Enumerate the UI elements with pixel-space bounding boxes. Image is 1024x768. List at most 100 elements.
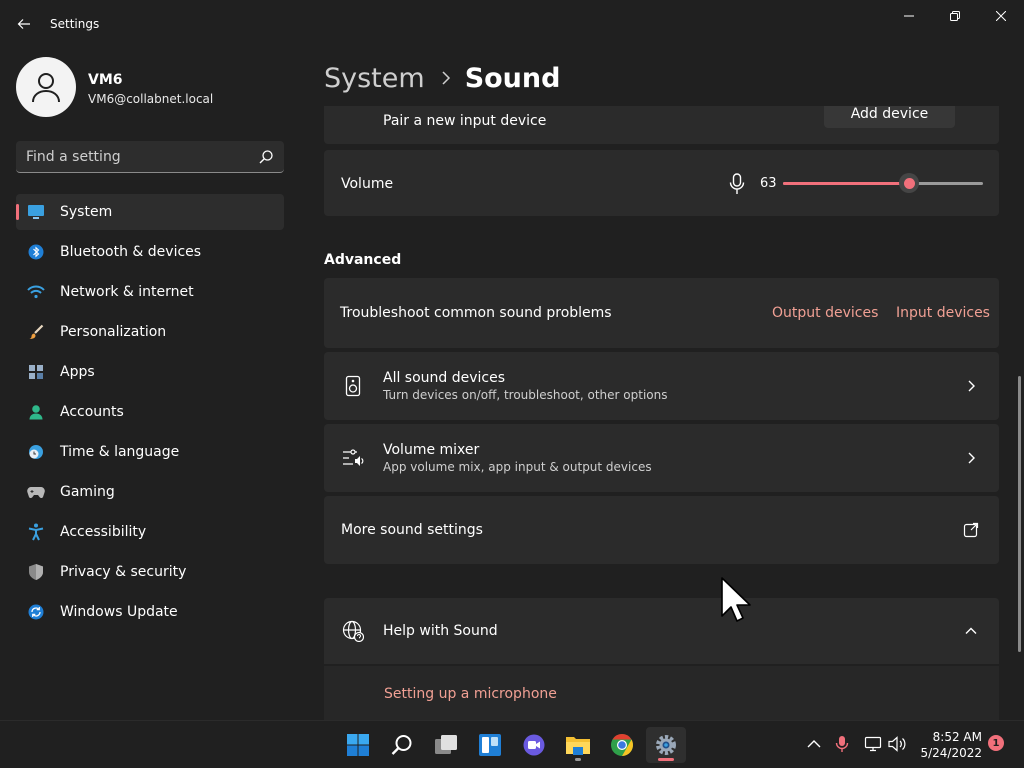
running-indicator [575,758,581,761]
sidebar-item-label: Time & language [60,444,180,460]
start-button[interactable] [338,727,378,763]
microphone-icon[interactable] [729,173,745,195]
app-title: Settings [50,17,100,31]
add-device-button[interactable]: Add device [824,106,955,128]
volume-mixer-row[interactable]: Volume mixer App volume mix, app input &… [324,424,999,492]
sidebar-item-windows-update[interactable]: Windows Update [16,594,284,630]
chrome-icon [611,734,633,756]
more-sound-settings-title: More sound settings [341,522,483,538]
restore-button[interactable] [932,0,978,32]
sidebar-item-label: Gaming [60,484,115,500]
sidebar-item-label: System [60,204,113,220]
sidebar-item-network[interactable]: Network & internet [16,274,284,310]
title-bar: Settings [0,0,1024,48]
mouse-cursor-icon [721,577,751,622]
wifi-icon [26,282,46,302]
windows-logo-icon [347,734,369,756]
all-sound-devices-subtitle: Turn devices on/off, troubleshoot, other… [383,388,668,402]
volume-mixer-title: Volume mixer [383,442,480,458]
search-input[interactable] [26,141,256,172]
minimize-button[interactable] [886,0,932,32]
update-icon [26,602,46,622]
widgets-button[interactable] [470,727,510,763]
back-button[interactable] [10,10,38,38]
network-ethernet-icon [864,736,882,752]
taskbar-search-button[interactable] [382,727,422,763]
input-volume-card: Volume 63 [324,150,999,216]
task-view-icon [435,735,457,754]
sidebar-item-label: Windows Update [60,604,178,620]
teams-chat-icon [523,734,545,756]
sidebar-item-label: Accessibility [60,524,147,540]
volume-slider-thumb[interactable] [899,173,919,193]
close-icon [996,11,1006,21]
clock-date: 5/24/2022 [920,746,982,760]
sidebar-item-apps[interactable]: Apps [16,354,284,390]
troubleshoot-input-devices-link[interactable]: Input devices [896,305,990,321]
volume-slider-fill [783,182,909,185]
volume-value: 63 [760,176,777,191]
settings-taskbar-button[interactable] [646,727,686,763]
accessibility-icon [26,522,46,542]
sidebar-item-label: Personalization [60,324,167,340]
sidebar-item-personalization[interactable]: Personalization [16,314,284,350]
globe-help-icon [342,620,364,642]
taskbar: 8:52 AM 5/24/2022 [0,720,1024,768]
sidebar-item-bluetooth[interactable]: Bluetooth & devices [16,234,284,270]
pair-input-device-label: Pair a new input device [383,113,547,129]
close-button[interactable] [978,0,1024,32]
sidebar-item-label: Privacy & security [60,564,187,580]
volume-status-button[interactable] [887,733,909,755]
volume-slider[interactable] [783,173,983,193]
bluetooth-icon [26,242,46,262]
task-view-button[interactable] [426,727,466,763]
profile-name: VM6 [88,72,123,88]
help-with-sound-header[interactable]: Help with Sound [324,598,999,664]
content-scrollbar[interactable] [1018,376,1021,652]
all-sound-devices-title: All sound devices [383,370,506,386]
person-icon [26,402,46,422]
troubleshoot-output-devices-link[interactable]: Output devices [772,305,878,321]
sidebar-item-time-language[interactable]: Time & language [16,434,284,470]
clock-globe-icon [26,442,46,462]
help-with-sound-title: Help with Sound [383,623,498,639]
show-hidden-icons-button[interactable] [803,733,825,755]
speaker-volume-icon [888,736,906,752]
more-sound-settings-row[interactable]: More sound settings [324,496,999,564]
search-icon [391,735,412,755]
sidebar-item-label: Apps [60,364,95,380]
avatar [16,57,76,117]
volume-label: Volume [341,176,394,192]
chevron-up-icon[interactable] [963,623,979,639]
person-icon [32,73,60,103]
main-content: Pair a new input device Add device Volum… [324,106,1000,722]
chevron-up-icon [807,740,821,748]
chrome-button[interactable] [602,727,642,763]
notification-badge[interactable]: 1 [988,735,1004,751]
sidebar-item-gaming[interactable]: Gaming [16,474,284,510]
chevron-right-icon [441,71,451,85]
chevron-right-icon [968,380,975,392]
brush-icon [26,322,46,342]
user-profile[interactable]: VM6 VM6@collabnet.local [16,57,286,117]
search-icon[interactable] [258,149,274,165]
taskbar-clock[interactable]: 8:52 AM 5/24/2022 [912,729,982,761]
microphone-in-use-button[interactable] [831,733,853,755]
breadcrumb-parent[interactable]: System [324,63,425,94]
network-status-button[interactable] [862,733,884,755]
chat-button[interactable] [514,727,554,763]
file-explorer-button[interactable] [558,727,598,763]
search-box[interactable] [16,141,284,173]
widgets-icon [479,734,501,756]
all-sound-devices-row[interactable]: All sound devices Turn devices on/off, t… [324,352,999,420]
troubleshoot-card: Troubleshoot common sound problems Outpu… [324,278,999,348]
sidebar-item-accessibility[interactable]: Accessibility [16,514,284,550]
sidebar-item-privacy[interactable]: Privacy & security [16,554,284,590]
open-external-icon [963,522,979,538]
gamepad-icon [26,482,46,502]
sidebar-item-accounts[interactable]: Accounts [16,394,284,430]
sidebar-item-system[interactable]: System [16,194,284,230]
help-with-sound-body: Setting up a microphone [324,666,999,722]
setting-up-microphone-link[interactable]: Setting up a microphone [384,686,557,702]
minimize-icon [904,15,914,17]
